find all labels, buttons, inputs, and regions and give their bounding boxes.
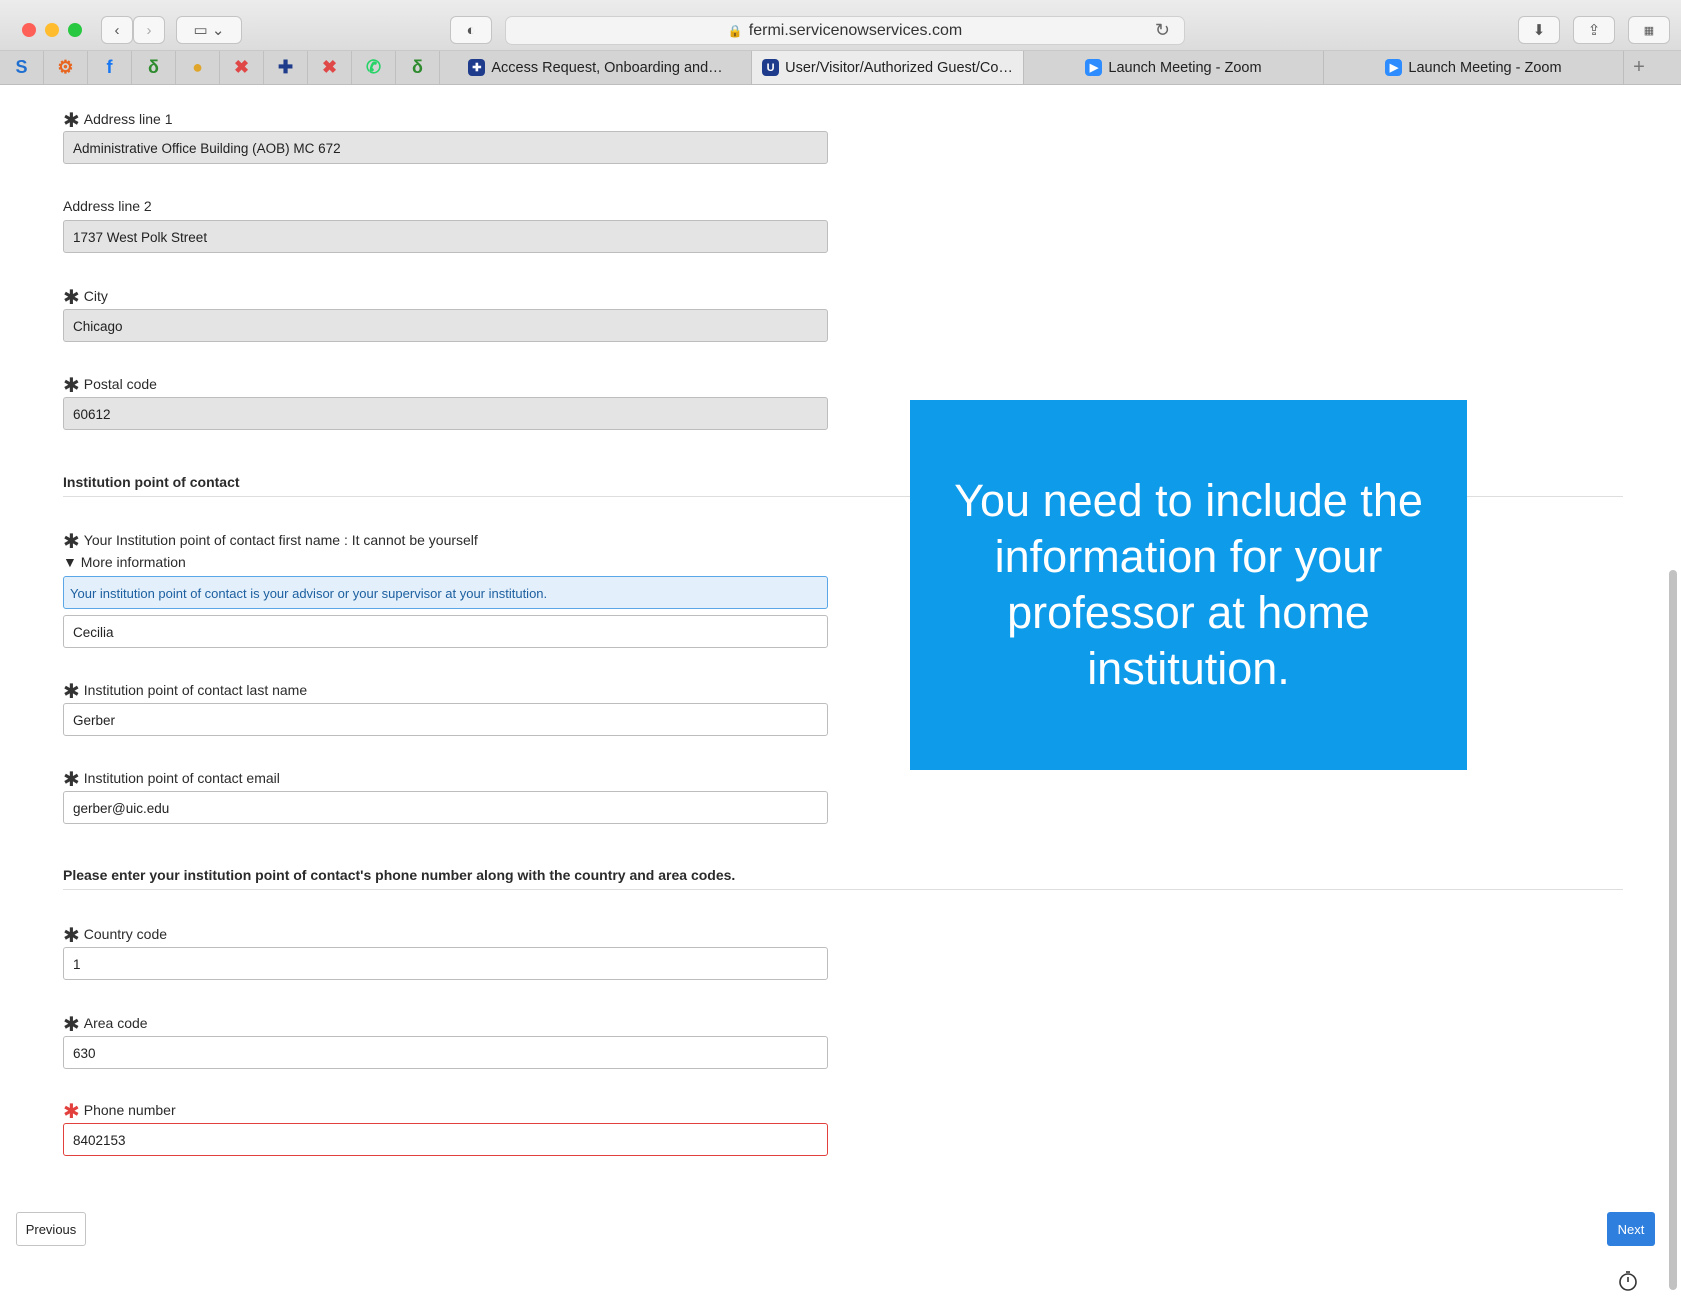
zoom-window-button[interactable] [68, 23, 82, 37]
forward-button[interactable]: › [133, 16, 165, 44]
form-page: ✱ Address line 1 Administrative Office Bu… [0, 85, 1681, 1296]
previous-button[interactable]: Previous [16, 1212, 86, 1246]
privacy-shield-button[interactable]: ◐ [450, 16, 492, 44]
tab-overview-button[interactable]: ▦ [1628, 16, 1670, 44]
pinned-tab-bug-icon-2[interactable]: ✖ [308, 51, 352, 84]
pinned-tab-sigma-icon-2[interactable]: δ [396, 51, 440, 84]
area-code-label: ✱ Area code [63, 1014, 148, 1036]
tab-access-request[interactable]: ✚ Access Request, Onboarding and… [440, 51, 752, 84]
close-window-button[interactable] [22, 23, 36, 37]
pinned-tab-sigma-icon[interactable]: δ [132, 51, 176, 84]
page-scrollbar[interactable] [1669, 570, 1677, 1290]
tab-label: Access Request, Onboarding and… [491, 59, 723, 76]
address-line-1-field[interactable]: Administrative Office Building (AOB) MC … [63, 131, 828, 164]
required-asterisk-icon: ✱ [63, 531, 80, 553]
chevron-left-icon: ‹ [114, 21, 120, 39]
address-line-1-label: ✱ Address line 1 [63, 110, 173, 132]
bug-icon: ✖ [233, 57, 250, 77]
phone-number-field[interactable]: 8402153 [63, 1123, 828, 1156]
city-label: ✱ City [63, 287, 108, 309]
downloads-button[interactable]: ⬇ [1518, 16, 1560, 44]
more-information-box: Your institution point of contact is you… [63, 576, 828, 609]
pinned-tab-maps-pin-icon[interactable]: ● [176, 51, 220, 84]
back-button[interactable]: ‹ [101, 16, 133, 44]
pinned-tab-gear-orange-icon[interactable]: ⚙ [44, 51, 88, 84]
instruction-callout: You need to include the information for … [910, 400, 1467, 770]
fermilab-icon: ✚ [277, 57, 294, 77]
stopwatch-icon[interactable] [1618, 1270, 1638, 1292]
share-button[interactable]: ⇪ [1573, 16, 1615, 44]
share-icon: ⇪ [1587, 22, 1601, 39]
tab-user-visitor[interactable]: U User/Visitor/Authorized Guest/Co… [752, 51, 1024, 84]
phone-number-label: ✱ Phone number [63, 1101, 176, 1123]
required-asterisk-icon: ✱ [63, 110, 80, 132]
pinned-tab-s-icon[interactable]: S [0, 51, 44, 84]
tab-label: Launch Meeting - Zoom [1408, 59, 1562, 76]
postal-code-label: ✱ Postal code [63, 375, 157, 397]
tab-label: User/Visitor/Authorized Guest/Co… [785, 59, 1013, 76]
contact-last-name-field[interactable]: Gerber [63, 703, 828, 736]
address-bar[interactable]: 🔒 fermi.servicenowservices.com ↻ [505, 16, 1185, 45]
address-line-2-field[interactable]: 1737 West Polk Street [63, 220, 828, 253]
city-field[interactable]: Chicago [63, 309, 828, 342]
triangle-down-icon: ▼ [63, 554, 77, 570]
url-text: fermi.servicenowservices.com [748, 21, 963, 39]
tab-label: Launch Meeting - Zoom [1108, 59, 1262, 76]
contact-last-name-label: ✱ Institution point of contact last name [63, 681, 308, 703]
sidebar-toggle-button[interactable]: ▭ ⌄ [176, 16, 242, 44]
contact-section-title: Institution point of contact [63, 474, 240, 490]
required-asterisk-icon: ✱ [63, 769, 80, 791]
pinned-tab-facebook-icon[interactable]: f [88, 51, 132, 84]
sigma-icon-2: δ [412, 57, 423, 77]
tab-zoom-1[interactable]: ▶ Launch Meeting - Zoom [1024, 51, 1324, 84]
required-asterisk-icon: ✱ [63, 287, 80, 309]
pinned-tab-bug-icon[interactable]: ✖ [220, 51, 264, 84]
plus-icon: + [1633, 56, 1645, 78]
servicenow-icon: U [762, 59, 780, 76]
contact-first-name-field[interactable]: Cecilia [63, 615, 828, 648]
grid-icon: ▦ [1643, 24, 1655, 37]
chevron-right-icon: › [146, 21, 152, 39]
postal-code-field[interactable]: 60612 [63, 397, 828, 430]
sigma-icon: δ [148, 57, 159, 77]
country-code-label: ✱ Country code [63, 925, 168, 947]
required-asterisk-icon: ✱ [63, 375, 80, 397]
country-code-field[interactable]: 1 [63, 947, 828, 980]
zoom-icon: ▶ [1085, 59, 1103, 76]
zoom-icon: ▶ [1385, 59, 1403, 76]
s-icon: S [15, 57, 28, 77]
next-button[interactable]: Next [1607, 1212, 1655, 1246]
browser-toolbar: ‹ › ▭ ⌄ ◐ 🔒 fermi.servicenowservices.com… [0, 0, 1681, 51]
pinned-tab-whatsapp-icon[interactable]: ✆ [352, 51, 396, 84]
required-asterisk-icon: ✱ [63, 925, 80, 947]
tab-bar: S ⚙ f δ ● ✖ ✚ ✖ ✆ δ ✚ Access Request, Onboarding … [0, 51, 1681, 85]
maps-pin-icon: ● [192, 57, 203, 77]
shield-icon: ◐ [466, 21, 476, 39]
required-asterisk-icon: ✱ [63, 1014, 80, 1036]
bug-icon-2: ✖ [321, 57, 338, 77]
phone-section-title: Please enter your institution point of c… [63, 867, 736, 883]
fermilab-icon: ✚ [468, 59, 486, 76]
facebook-icon: f [106, 57, 113, 77]
pinned-tab-fermilab-icon[interactable]: ✚ [264, 51, 308, 84]
required-asterisk-icon: ✱ [63, 1101, 80, 1123]
download-icon: ⬇ [1532, 22, 1546, 39]
gear-orange-icon: ⚙ [57, 57, 74, 77]
new-tab-button[interactable]: + [1624, 51, 1654, 84]
minimize-window-button[interactable] [45, 23, 59, 37]
tab-zoom-2[interactable]: ▶ Launch Meeting - Zoom [1324, 51, 1624, 84]
required-asterisk-icon: ✱ [63, 681, 80, 703]
divider [63, 889, 1623, 890]
contact-email-label: ✱ Institution point of contact email [63, 769, 280, 791]
address-line-2-label: Address line 2 [63, 198, 152, 214]
reload-icon[interactable]: ↻ [1155, 20, 1170, 41]
contact-first-name-label: ✱ Your Institution point of contact first… [63, 531, 478, 553]
more-information-toggle[interactable]: ▼ More information [63, 554, 186, 570]
lock-icon: 🔒 [727, 23, 743, 38]
contact-email-field[interactable]: gerber@uic.edu [63, 791, 828, 824]
area-code-field[interactable]: 630 [63, 1036, 828, 1069]
sidebar-icon: ▭ ⌄ [193, 22, 225, 39]
whatsapp-icon: ✆ [365, 57, 382, 77]
